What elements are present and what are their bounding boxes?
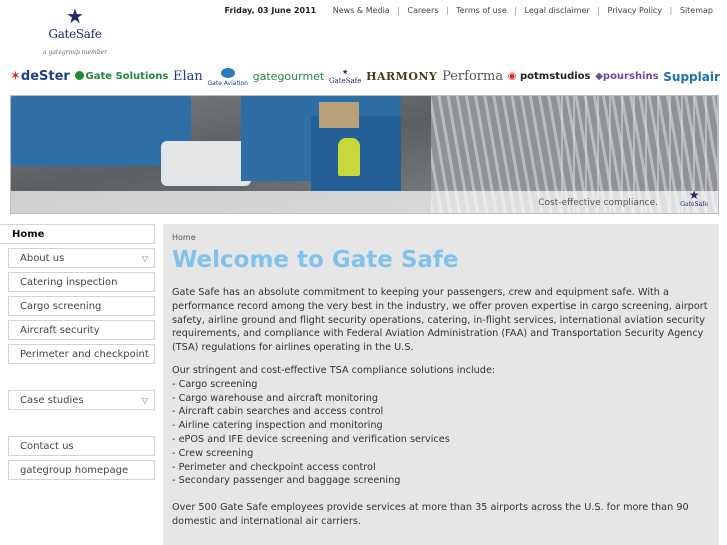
- nav-separator: |: [597, 6, 600, 15]
- brand-harmony[interactable]: HARMONY: [366, 64, 437, 90]
- potm-ring-icon: ◉: [507, 71, 517, 82]
- list-item: - Cargo screening: [172, 378, 258, 390]
- list-item: - Cargo warehouse and aircraft monitorin…: [172, 392, 379, 404]
- banner-caption: Cost-effective compliance.: [538, 198, 658, 208]
- list-item: - Aircraft cabin searches and access con…: [172, 406, 384, 418]
- brand-supplair[interactable]: Supplair: [663, 64, 720, 90]
- brand-gategourmet[interactable]: gategourmet: [253, 64, 325, 90]
- banner-cargo-box: [319, 102, 359, 128]
- star-icon: ★: [342, 68, 349, 76]
- sidebar-item-cargo-screening[interactable]: Cargo screening: [8, 296, 155, 316]
- star-icon: ★: [688, 188, 700, 202]
- sidebar-item-label: Case studies: [20, 395, 84, 406]
- brand-gate-solutions[interactable]: Gate Solutions: [74, 64, 168, 90]
- sidebar-item-label: Aircraft security: [20, 325, 100, 336]
- list-item: - Secondary passenger and baggage screen…: [172, 475, 401, 487]
- logo-tagline: a gategroup member: [43, 49, 107, 56]
- link-news-media[interactable]: News & Media: [333, 6, 390, 15]
- link-privacy-policy[interactable]: Privacy Policy: [608, 6, 663, 15]
- brand-pourshins[interactable]: ◆pourshins: [595, 64, 658, 90]
- sidebar-item-home[interactable]: Home: [0, 224, 155, 244]
- sidebar-item-label: Contact us: [20, 441, 74, 452]
- sidebar-item-gategroup-homepage[interactable]: gategroup homepage: [8, 460, 155, 480]
- sidebar-navigation: Home About us ▽ Catering inspection Carg…: [0, 224, 155, 484]
- list-item: - Airline catering inspection and monito…: [172, 420, 383, 432]
- intro-paragraph: Gate Safe has an absolute commitment to …: [172, 287, 708, 354]
- solutions-list: Our stringent and cost-effective TSA com…: [172, 364, 710, 488]
- chevron-down-icon[interactable]: ▽: [142, 396, 148, 405]
- list-item: - Perimeter and checkpoint access contro…: [172, 461, 376, 473]
- brand-gatesafe[interactable]: ★ GateSafe: [329, 68, 361, 86]
- top-navigation: Friday, 03 June 2011 News & Media | Care…: [225, 6, 714, 15]
- sidebar-item-contact-us[interactable]: Contact us: [8, 436, 155, 456]
- sidebar-item-label: gategroup homepage: [20, 465, 129, 476]
- banner-logo: ★ GateSafe: [680, 188, 708, 208]
- current-date: Friday, 03 June 2011: [224, 6, 317, 15]
- closing-paragraph: Over 500 Gate Safe employees provide ser…: [172, 502, 689, 527]
- nav-separator: |: [514, 6, 517, 15]
- star-icon: ✶: [10, 69, 21, 84]
- nav-separator: |: [397, 6, 400, 15]
- sidebar-item-label: Cargo screening: [20, 301, 102, 312]
- list-item: - ePOS and IFE device screening and veri…: [172, 433, 450, 445]
- link-terms-of-use[interactable]: Terms of use: [456, 6, 507, 15]
- list-intro: Our stringent and cost-effective TSA com…: [172, 364, 496, 376]
- main-content: Home Welcome to Gate Safe Gate Safe has …: [163, 224, 719, 545]
- sidebar-item-label: About us: [20, 253, 65, 264]
- hero-banner: Cost-effective compliance. ★ GateSafe: [10, 95, 719, 214]
- circle-icon: [74, 71, 84, 80]
- brand-potmstudios[interactable]: ◉ potmstudios: [508, 64, 591, 90]
- sidebar-item-case-studies[interactable]: Case studies ▽: [8, 390, 155, 410]
- sidebar-item-perimeter-checkpoint[interactable]: Perimeter and checkpoint: [8, 344, 155, 364]
- sidebar-item-catering-inspection[interactable]: Catering inspection: [8, 272, 155, 292]
- sidebar-item-label: Catering inspection: [20, 277, 118, 288]
- sidebar-item-aircraft-security[interactable]: Aircraft security: [8, 320, 155, 340]
- nav-separator: |: [445, 6, 449, 15]
- gatesafe-logo[interactable]: ★ GateSafe a gategroup member: [30, 6, 120, 62]
- swoosh-icon: [220, 67, 235, 78]
- link-legal-disclaimer[interactable]: Legal disclaimer: [525, 6, 590, 15]
- brand-elan[interactable]: Elan: [173, 64, 203, 90]
- nav-separator: |: [669, 6, 673, 15]
- link-sitemap[interactable]: Sitemap: [680, 6, 713, 15]
- brand-dester[interactable]: ✶deSter: [10, 64, 70, 90]
- diamond-icon: ◆: [595, 71, 603, 82]
- brand-strip: ✶deSter Gate Solutions Elan Gate Aviatio…: [10, 64, 720, 90]
- page-title: Welcome to Gate Safe: [172, 247, 459, 273]
- banner-worker: [338, 138, 360, 176]
- breadcrumb[interactable]: Home: [172, 233, 710, 242]
- sidebar-item-label: Perimeter and checkpoint: [20, 349, 149, 360]
- brand-performa[interactable]: Performa: [442, 64, 503, 90]
- link-careers[interactable]: Careers: [408, 6, 439, 15]
- banner-cart: [161, 141, 251, 186]
- sidebar-item-about-us[interactable]: About us ▽: [8, 248, 155, 268]
- logo-name: GateSafe: [48, 27, 102, 41]
- chevron-down-icon[interactable]: ▽: [142, 254, 148, 263]
- list-item: - Crew screening: [172, 447, 254, 459]
- star-icon: ★: [66, 4, 84, 28]
- brand-gate-aviation[interactable]: Gate Aviation: [208, 67, 248, 87]
